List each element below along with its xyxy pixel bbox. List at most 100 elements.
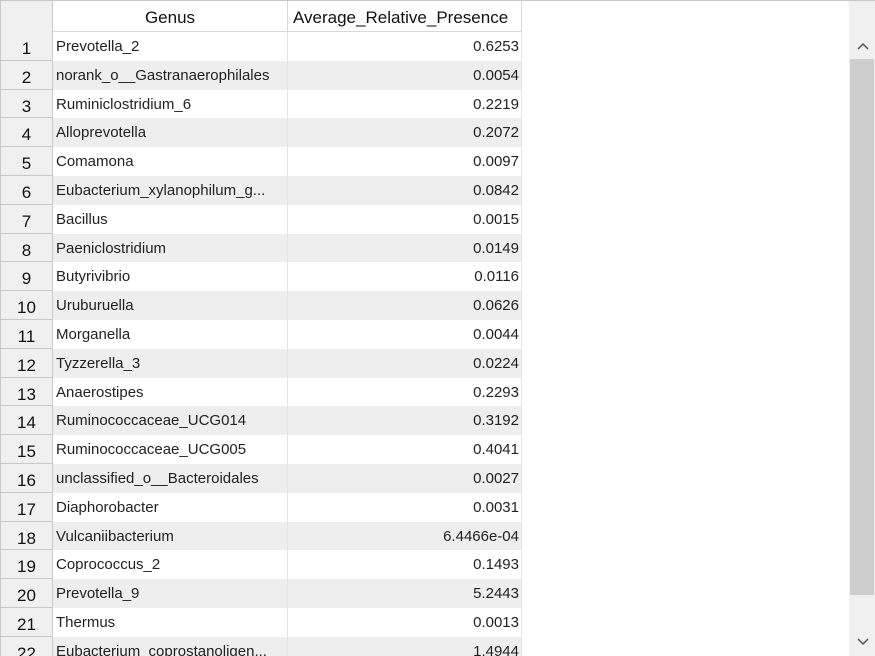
table-row[interactable]: 12 Tyzzerella_3 0.0224 [1, 348, 522, 378]
row-number[interactable]: 3 [1, 89, 53, 119]
row-number[interactable]: 2 [1, 60, 53, 90]
genus-cell[interactable]: Uruburuella [53, 291, 288, 320]
row-number[interactable]: 18 [1, 521, 53, 551]
average-relative-presence-cell[interactable]: 0.0054 [288, 60, 522, 90]
genus-cell[interactable]: Prevotella_2 [53, 32, 288, 61]
row-number[interactable]: 4 [1, 118, 53, 148]
average-relative-presence-cell[interactable]: 0.3192 [288, 406, 522, 436]
row-number[interactable]: 8 [1, 233, 53, 263]
row-number[interactable]: 12 [1, 348, 53, 378]
table-row[interactable]: 15 Ruminococcaceae_UCG005 0.4041 [1, 435, 522, 464]
average-relative-presence-cell[interactable]: 0.2293 [288, 377, 522, 407]
average-relative-presence-cell[interactable]: 0.2072 [288, 118, 522, 148]
genus-cell[interactable]: unclassified_o__Bacteroidales [53, 463, 288, 493]
table-row[interactable]: 13 Anaerostipes 0.2293 [1, 377, 522, 407]
average-relative-presence-cell[interactable]: 1.4944 [288, 636, 522, 656]
table-header: Genus Average_Relative_Presence [1, 1, 522, 32]
average-relative-presence-cell[interactable]: 0.0224 [288, 348, 522, 378]
row-number[interactable]: 19 [1, 550, 53, 580]
table-row[interactable]: 19 Coprococcus_2 0.1493 [1, 550, 522, 580]
row-number[interactable]: 10 [1, 291, 53, 320]
vertical-scrollbar[interactable] [849, 1, 875, 656]
table-row[interactable]: 3 Ruminiclostridium_6 0.2219 [1, 89, 522, 119]
table-body: 1 Prevotella_2 0.6253 2 norank_o__Gastranaer… [1, 32, 522, 656]
genus-cell[interactable]: Prevotella_9 [53, 579, 288, 608]
genus-cell[interactable]: Coprococcus_2 [53, 550, 288, 580]
average-relative-presence-cell[interactable]: 0.0031 [288, 492, 522, 522]
average-relative-presence-cell[interactable]: 6.4466e-04 [288, 521, 522, 551]
genus-cell[interactable]: Vulcaniibacterium [53, 521, 288, 551]
average-relative-presence-cell[interactable]: 0.6253 [288, 32, 522, 61]
scroll-up-button[interactable] [849, 33, 875, 59]
row-number[interactable]: 22 [1, 636, 53, 656]
average-relative-presence-cell[interactable]: 0.0116 [288, 262, 522, 292]
genus-cell[interactable]: Morganella [53, 319, 288, 349]
chevron-up-icon [856, 42, 869, 50]
table-row[interactable]: 1 Prevotella_2 0.6253 [1, 32, 522, 61]
table-row[interactable]: 8 Paeniclostridium 0.0149 [1, 233, 522, 263]
genus-cell[interactable]: Anaerostipes [53, 377, 288, 407]
average-relative-presence-cell[interactable]: 5.2443 [288, 579, 522, 608]
table-row[interactable]: 2 norank_o__Gastranaerophilales 0.0054 [1, 60, 522, 90]
average-relative-presence-cell[interactable]: 0.0027 [288, 463, 522, 493]
row-number[interactable]: 1 [1, 32, 53, 61]
column-header-average-relative-presence[interactable]: Average_Relative_Presence [288, 1, 522, 31]
row-number[interactable]: 7 [1, 204, 53, 234]
table-row[interactable]: 20 Prevotella_9 5.2443 [1, 579, 522, 608]
average-relative-presence-cell[interactable]: 0.0149 [288, 233, 522, 263]
row-number[interactable]: 9 [1, 262, 53, 292]
average-relative-presence-cell[interactable]: 0.4041 [288, 435, 522, 464]
table-row[interactable]: 21 Thermus 0.0013 [1, 607, 522, 637]
genus-cell[interactable]: Comamona [53, 147, 288, 176]
table-row[interactable]: 4 Alloprevotella 0.2072 [1, 118, 522, 148]
genus-cell[interactable]: Eubacterium_coprostanoligen... [53, 636, 288, 656]
genus-cell[interactable]: Bacillus [53, 204, 288, 234]
row-number[interactable]: 6 [1, 175, 53, 205]
average-relative-presence-cell[interactable]: 0.0097 [288, 147, 522, 176]
chevron-down-icon [856, 638, 869, 646]
genus-cell[interactable]: norank_o__Gastranaerophilales [53, 60, 288, 90]
genus-cell[interactable]: Thermus [53, 607, 288, 637]
genus-cell[interactable]: Paeniclostridium [53, 233, 288, 263]
row-number[interactable]: 14 [1, 406, 53, 436]
row-number[interactable]: 20 [1, 579, 53, 608]
column-header-genus[interactable]: Genus [53, 1, 288, 31]
scroll-down-button[interactable] [849, 629, 875, 655]
table-row[interactable]: 10 Uruburuella 0.0626 [1, 291, 522, 320]
row-number[interactable]: 13 [1, 377, 53, 407]
table-row[interactable]: 6 Eubacterium_xylanophilum_g... 0.0842 [1, 175, 522, 205]
row-number[interactable]: 15 [1, 435, 53, 464]
genus-cell[interactable]: Tyzzerella_3 [53, 348, 288, 378]
row-number[interactable]: 16 [1, 463, 53, 493]
table-row[interactable]: 18 Vulcaniibacterium 6.4466e-04 [1, 521, 522, 551]
average-relative-presence-cell[interactable]: 0.1493 [288, 550, 522, 580]
table-row[interactable]: 22 Eubacterium_coprostanoligen... 1.4944 [1, 636, 522, 656]
genus-cell[interactable]: Butyrivibrio [53, 262, 288, 292]
table-row[interactable]: 17 Diaphorobacter 0.0031 [1, 492, 522, 522]
table-row[interactable]: 5 Comamona 0.0097 [1, 147, 522, 176]
table-row[interactable]: 11 Morganella 0.0044 [1, 319, 522, 349]
scrollbar-thumb[interactable] [850, 59, 874, 595]
genus-cell[interactable]: Ruminococcaceae_UCG014 [53, 406, 288, 436]
genus-cell[interactable]: Alloprevotella [53, 118, 288, 148]
average-relative-presence-cell[interactable]: 0.0015 [288, 204, 522, 234]
table-row[interactable]: 9 Butyrivibrio 0.0116 [1, 262, 522, 292]
average-relative-presence-cell[interactable]: 0.0013 [288, 607, 522, 637]
average-relative-presence-cell[interactable]: 0.0044 [288, 319, 522, 349]
average-relative-presence-cell[interactable]: 0.2219 [288, 89, 522, 119]
row-number[interactable]: 21 [1, 607, 53, 637]
table-row[interactable]: 16 unclassified_o__Bacteroidales 0.0027 [1, 463, 522, 493]
corner-cell[interactable] [1, 1, 53, 32]
genus-cell[interactable]: Ruminiclostridium_6 [53, 89, 288, 119]
genus-cell[interactable]: Ruminococcaceae_UCG005 [53, 435, 288, 464]
row-number[interactable]: 17 [1, 492, 53, 522]
row-number[interactable]: 5 [1, 147, 53, 176]
genus-cell[interactable]: Diaphorobacter [53, 492, 288, 522]
genus-cell[interactable]: Eubacterium_xylanophilum_g... [53, 175, 288, 205]
average-relative-presence-cell[interactable]: 0.0842 [288, 175, 522, 205]
table-row[interactable]: 14 Ruminococcaceae_UCG014 0.3192 [1, 406, 522, 436]
row-number[interactable]: 11 [1, 319, 53, 349]
data-viewer: Genus Average_Relative_Presence 1 Prevote… [0, 0, 875, 656]
average-relative-presence-cell[interactable]: 0.0626 [288, 291, 522, 320]
table-row[interactable]: 7 Bacillus 0.0015 [1, 204, 522, 234]
